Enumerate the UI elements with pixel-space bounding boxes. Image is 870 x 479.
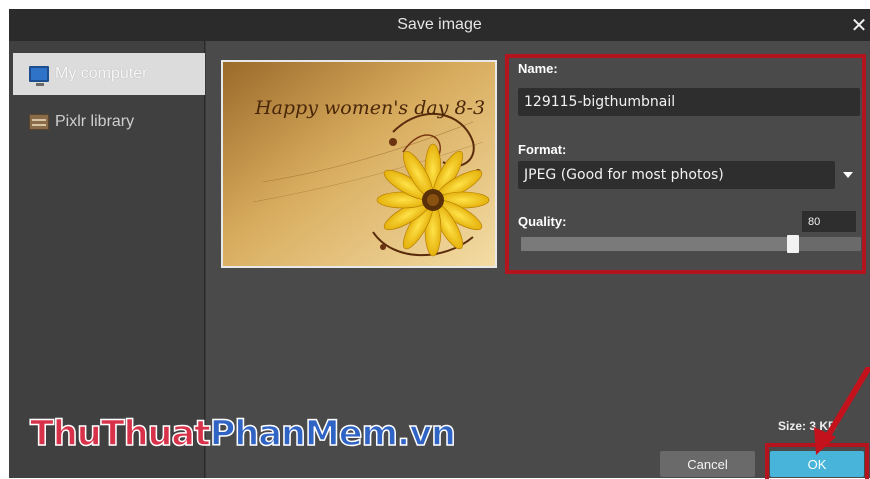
monitor-icon — [29, 66, 49, 86]
format-label: Format: — [518, 142, 567, 157]
quality-value-field[interactable]: 80 — [802, 211, 856, 232]
sidebar-item-label: My computer — [55, 65, 148, 82]
dialog-titlebar: Save image ✕ — [9, 9, 870, 41]
quality-slider-handle[interactable] — [787, 235, 799, 253]
quality-label: Quality: — [518, 214, 567, 229]
sidebar-item-my-computer[interactable]: My computer — [13, 53, 205, 95]
chevron-down-icon[interactable] — [843, 172, 853, 178]
save-image-dialog: Save image ✕ My computer Pixlr library H… — [9, 9, 870, 479]
name-label: Name: — [518, 61, 558, 76]
name-field[interactable]: 129115-bigthumbnail — [518, 88, 860, 116]
quality-slider-fill — [521, 237, 793, 251]
dialog-title: Save image — [397, 16, 482, 33]
library-icon — [29, 114, 49, 130]
format-select[interactable]: JPEG (Good for most photos) — [518, 161, 835, 189]
image-preview: Happy women's day 8-3 — [221, 60, 497, 268]
preview-greeting: Happy women's day 8-3 — [254, 97, 485, 119]
watermark: ThuThuatPhanMem.vn — [29, 414, 457, 454]
sidebar-item-label: Pixlr library — [55, 113, 135, 130]
sidebar-item-pixlr-library[interactable]: Pixlr library — [13, 101, 205, 143]
close-icon[interactable]: ✕ — [850, 15, 868, 35]
pointer-arrow-annotation — [814, 367, 870, 455]
cancel-button[interactable]: Cancel — [660, 451, 755, 477]
quality-slider[interactable] — [521, 235, 861, 253]
watermark-part-2: PhanMem.vn — [209, 414, 457, 454]
watermark-part-1: ThuThuat — [29, 414, 211, 454]
preview-picture: Happy women's day 8-3 — [223, 62, 495, 266]
sidebar: My computer Pixlr library — [9, 41, 205, 478]
main-panel: Happy women's day 8-3 Name: 129115-bigth… — [206, 41, 870, 479]
